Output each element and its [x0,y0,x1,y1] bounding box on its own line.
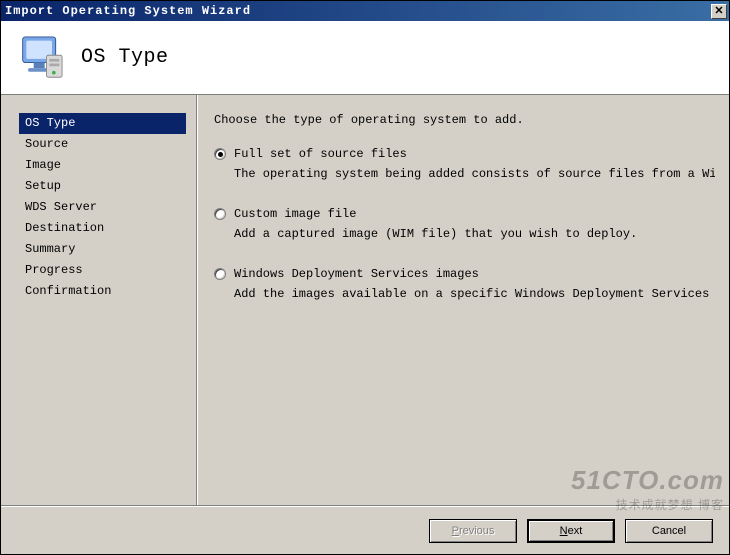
button-bar: Previous Next Cancel [1,506,729,554]
sidebar-item-setup[interactable]: Setup [19,176,186,197]
radio-wds-images[interactable] [214,268,226,280]
wizard-sidebar: OS Type Source Image Setup WDS Server De… [1,95,196,506]
option-custom-image[interactable]: Custom image file Add a captured image (… [214,207,715,241]
previous-button: Previous [429,519,517,543]
sidebar-item-confirmation[interactable]: Confirmation [19,281,186,302]
wizard-header: OS Type [1,21,729,95]
option-label: Full set of source files [234,147,407,161]
sidebar-item-destination[interactable]: Destination [19,218,186,239]
option-full-source[interactable]: Full set of source files The operating s… [214,147,715,181]
option-label: Custom image file [234,207,356,221]
sidebar-item-image[interactable]: Image [19,155,186,176]
next-button[interactable]: Next [527,519,615,543]
option-description: Add the images available on a specific W… [234,287,715,301]
page-title: OS Type [81,46,169,69]
wizard-body: OS Type Source Image Setup WDS Server De… [1,95,729,506]
option-label: Windows Deployment Services images [234,267,479,281]
instruction-text: Choose the type of operating system to a… [214,113,715,127]
cancel-button[interactable]: Cancel [625,519,713,543]
close-button[interactable]: ✕ [711,4,727,19]
radio-full-source[interactable] [214,148,226,160]
sidebar-item-progress[interactable]: Progress [19,260,186,281]
title-bar: Import Operating System Wizard ✕ [1,1,729,21]
close-icon: ✕ [714,6,723,17]
sidebar-item-source[interactable]: Source [19,134,186,155]
wizard-content: Choose the type of operating system to a… [198,95,729,506]
sidebar-item-os-type[interactable]: OS Type [19,113,186,134]
sidebar-item-summary[interactable]: Summary [19,239,186,260]
computer-monitor-icon [19,35,63,81]
option-description: Add a captured image (WIM file) that you… [234,227,715,241]
sidebar-item-wds-server[interactable]: WDS Server [19,197,186,218]
radio-custom-image[interactable] [214,208,226,220]
option-description: The operating system being added consist… [234,167,715,181]
option-wds-images[interactable]: Windows Deployment Services images Add t… [214,267,715,301]
window-title: Import Operating System Wizard [5,4,711,18]
wizard-window: Import Operating System Wizard ✕ OS Type… [0,0,730,555]
